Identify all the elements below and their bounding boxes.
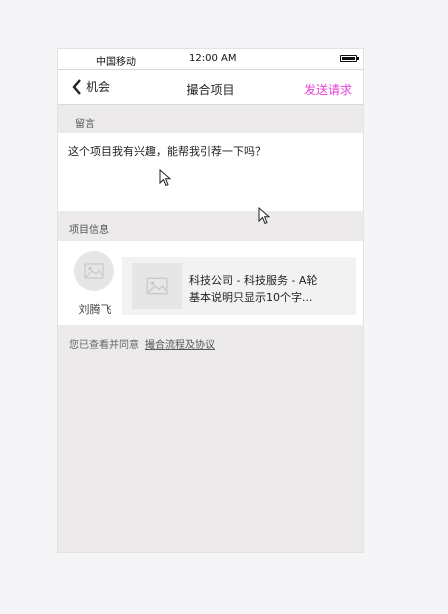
mouse-cursor-icon [258, 207, 270, 225]
person-name: 刘腾飞 [78, 303, 112, 316]
project-title: 科技公司 - 科技服务 - A轮 [189, 274, 318, 287]
carrier-label: 中国移动 [96, 57, 136, 68]
message-text: 这个项目我有兴趣，能帮我引荐一下吗？ [68, 145, 266, 158]
image-placeholder-icon [84, 263, 104, 279]
agreement-row: 您已查看并同意 撮合流程及协议 [69, 336, 215, 351]
phone-frame: 中国移动 12:00 AM 机会 撮合项目 发送请求 留言 这个项目我有兴趣，能… [57, 48, 364, 553]
status-time: 12:00 AM [189, 53, 237, 64]
message-textarea[interactable]: 这个项目我有兴趣，能帮我引荐一下吗？ [58, 133, 363, 211]
mouse-cursor-icon [159, 169, 171, 187]
agreement-link[interactable]: 撮合流程及协议 [145, 340, 215, 351]
project-info-panel: 刘腾飞 科技公司 - 科技服务 - A轮 基本说明只显示10个字... [58, 241, 363, 325]
nav-bar: 机会 撮合项目 发送请求 [58, 69, 363, 105]
status-bar: 中国移动 12:00 AM [58, 49, 363, 69]
project-summary: 基本说明只显示10个字... [189, 291, 313, 304]
project-image [132, 263, 182, 309]
send-request-button[interactable]: 发送请求 [304, 81, 352, 98]
avatar[interactable] [74, 251, 114, 291]
image-placeholder-icon [146, 277, 168, 295]
project-card[interactable]: 科技公司 - 科技服务 - A轮 基本说明只显示10个字... [122, 257, 356, 315]
battery-icon [340, 55, 359, 62]
agreement-prefix: 您已查看并同意 [69, 340, 139, 351]
message-section-label: 留言 [75, 119, 95, 130]
info-section-label: 项目信息 [69, 225, 109, 236]
